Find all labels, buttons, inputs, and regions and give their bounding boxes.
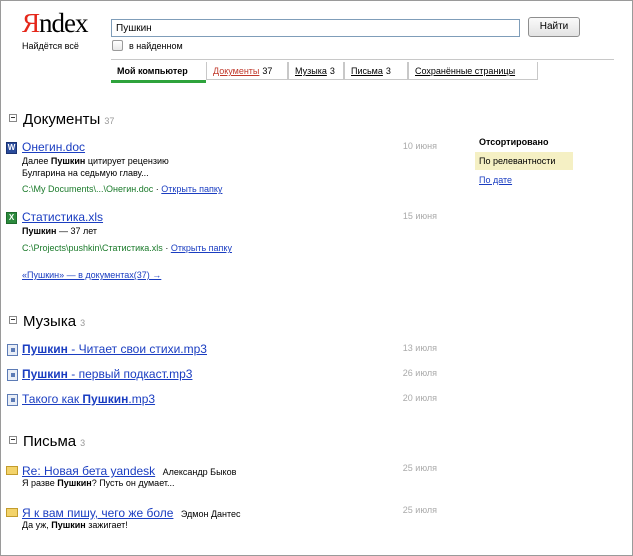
snippet-text: зажигает! <box>85 520 128 530</box>
tab-label: Мой компьютер <box>117 66 188 76</box>
result-date: 15 июня <box>402 211 437 221</box>
tagline: Найдётся всё <box>22 41 79 51</box>
mail-sender: Эдмон Дантес <box>180 509 241 519</box>
result-path: C:\My Documents\...\Онегин.doc · Открыть… <box>22 184 222 194</box>
music-section-header: Музыка 3 <box>9 313 85 330</box>
result-snippet: Я разве Пушкин? Пусть он думает... <box>22 477 175 489</box>
sort-by-date-link[interactable]: По дате <box>479 175 512 185</box>
result-path: C:\Projects\pushkin\Статистика.xls · Отк… <box>22 243 232 253</box>
result-snippet: Да уж, Пушкин зажигает! <box>22 519 128 531</box>
open-folder-link[interactable]: Открыть папку <box>171 243 232 253</box>
snippet-text: Да уж, <box>22 520 52 530</box>
result-date: 25 июля <box>402 463 437 473</box>
result-snippet: Далее Пушкин цитирует рецензию Булгарина… <box>22 155 169 179</box>
tab-my-computer[interactable]: Мой компьютер <box>111 62 206 83</box>
snippet-highlight: Пушкин <box>22 226 57 236</box>
collapse-icon[interactable] <box>9 114 17 122</box>
mail-sender: Александр Быков <box>162 467 237 477</box>
tab-music[interactable]: Музыка 3 <box>288 62 344 80</box>
search-within-label: в найденном <box>129 41 183 51</box>
sort-by-relevance: По релевантности <box>475 152 573 170</box>
title-highlight: Пушкин <box>22 342 68 356</box>
envelope-icon <box>6 508 18 517</box>
snippet-text: — 37 лет <box>56 226 98 236</box>
yandex-logo[interactable]: Яndex <box>22 8 89 38</box>
mp3-file-icon <box>7 394 18 406</box>
scope-tabs: Мой компьютер Документы 37 Музыка 3 Письма… <box>111 59 614 83</box>
mail-section-header: Письма 3 <box>9 433 85 450</box>
section-title: Музыка <box>23 313 77 330</box>
collapse-icon[interactable] <box>9 436 17 444</box>
snippet-text: Далее <box>22 156 51 166</box>
title-text: - первый подкаст.mp3 <box>67 367 193 381</box>
tab-label: Документы <box>213 66 260 76</box>
mail-subject-link[interactable]: Я к вам пишу, чего же боле <box>22 506 173 520</box>
title-highlight: Пушкин <box>22 367 68 381</box>
result-title-link[interactable]: Такого как Пушкин.mp3 <box>22 392 155 406</box>
more-documents-link[interactable]: «Пушкин» — в документах(37) → <box>22 270 161 280</box>
result-date: 26 июля <box>402 368 437 378</box>
logo-ndex: ndex <box>39 8 88 38</box>
tab-label: Письма <box>351 66 383 76</box>
mp3-file-icon <box>7 369 18 381</box>
result-snippet: Пушкин — 37 лет <box>22 225 97 237</box>
tab-count: 3 <box>385 66 391 76</box>
mp3-file-icon <box>7 344 18 356</box>
collapse-icon[interactable] <box>9 316 17 324</box>
result-date: 20 июля <box>402 393 437 403</box>
result-title-link[interactable]: Пушкин - первый подкаст.mp3 <box>22 367 192 381</box>
separator: · <box>162 243 171 253</box>
mail-subject-link[interactable]: Re: Новая бета yandesk <box>22 464 155 478</box>
file-path: C:\My Documents\...\Онегин.doc <box>22 184 154 194</box>
title-highlight: Пушкин <box>82 392 129 406</box>
search-button[interactable]: Найти <box>528 17 580 37</box>
documents-section-header: Документы 37 <box>9 111 114 128</box>
snippet-highlight: Пушкин <box>51 520 86 530</box>
sort-title: Отсортировано <box>479 137 549 147</box>
open-folder-link[interactable]: Открыть папку <box>161 184 222 194</box>
tab-documents[interactable]: Документы 37 <box>206 62 288 80</box>
file-path: C:\Projects\pushkin\Статистика.xls <box>22 243 163 253</box>
tab-mail[interactable]: Письма 3 <box>344 62 408 80</box>
snippet-highlight: Пушкин <box>50 156 86 166</box>
snippet-text: Я разве <box>22 478 58 488</box>
section-count: 37 <box>104 116 115 126</box>
result-date: 13 июля <box>402 343 437 353</box>
title-text: .mp3 <box>128 392 156 406</box>
result-title-link[interactable]: Пушкин - Читает свои стихи.mp3 <box>22 342 207 356</box>
section-title: Документы <box>23 111 101 128</box>
snippet-text: ? Пусть он думает... <box>91 478 175 488</box>
section-count: 3 <box>80 438 86 448</box>
result-title-link[interactable]: Статистика.xls <box>22 210 103 224</box>
result-date: 10 июня <box>402 141 437 151</box>
excel-icon: X <box>6 212 17 224</box>
section-count: 3 <box>80 318 86 328</box>
logo-ya: Я <box>22 8 40 38</box>
section-title: Письма <box>23 433 77 450</box>
result-title-link[interactable]: Онегин.doc <box>22 140 85 154</box>
snippet-text: Булгарина на седьмую главу... <box>22 168 149 178</box>
result-date: 25 июля <box>402 505 437 515</box>
envelope-icon <box>6 466 18 475</box>
tab-label: Сохранённые страницы <box>415 66 516 76</box>
tab-count: 37 <box>262 66 273 76</box>
tab-label: Музыка <box>295 66 327 76</box>
word-doc-icon: W <box>6 142 17 154</box>
title-text: - Читает свои стихи.mp3 <box>67 342 207 356</box>
search-within-checkbox[interactable] <box>112 40 123 51</box>
title-text: Такого как <box>22 392 83 406</box>
snippet-text: цитирует рецензию <box>85 156 169 166</box>
search-input[interactable] <box>111 19 520 37</box>
tab-count: 3 <box>329 66 335 76</box>
snippet-highlight: Пушкин <box>57 478 92 488</box>
tab-saved-pages[interactable]: Сохранённые страницы <box>408 62 538 80</box>
